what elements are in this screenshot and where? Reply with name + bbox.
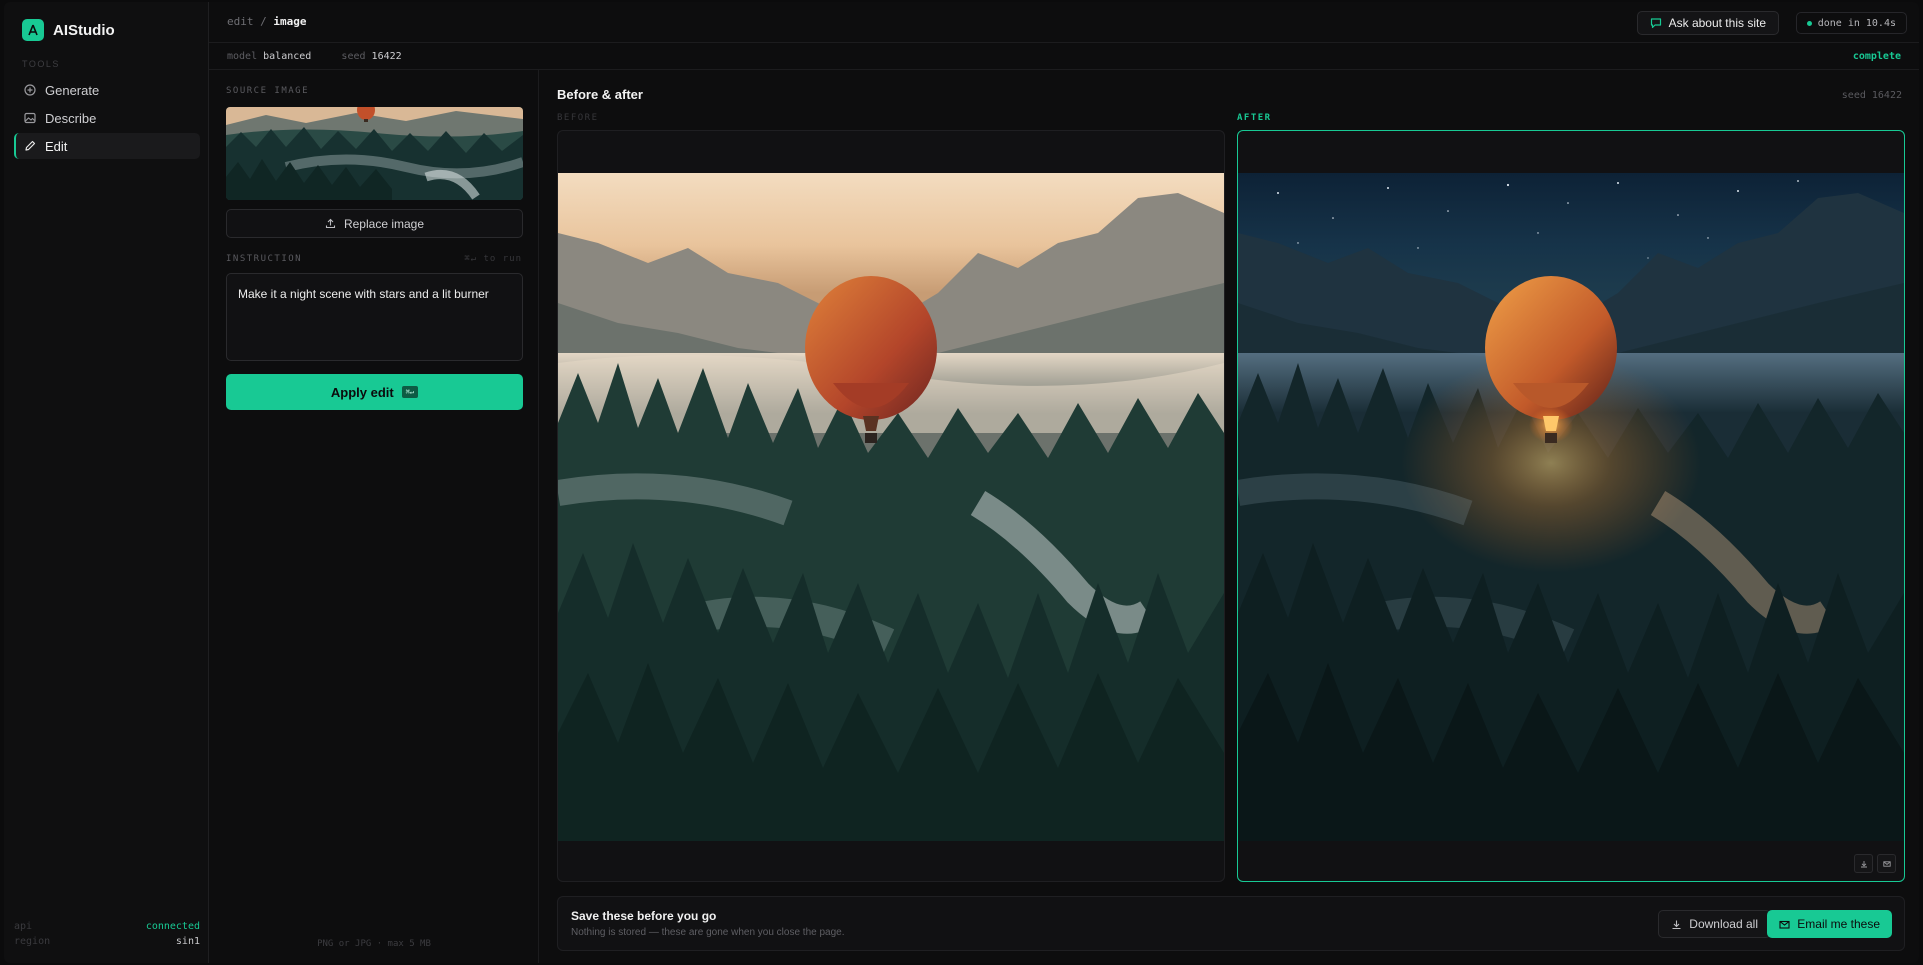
top-bar: edit / image Ask about this site done in… [209,2,1919,43]
brand[interactable]: AIStudio [22,19,115,41]
apply-edit-label: Apply edit [330,384,394,400]
sidebar-item-label: Edit [45,138,68,154]
after-image [1238,173,1904,841]
download-all-button[interactable]: Download all [1658,910,1771,938]
app-name: AIStudio [53,21,115,39]
status-key: region [14,936,51,947]
connection-status: api connected region sin1 [14,917,200,947]
breadcrumb-separator: / [260,15,267,28]
status-badge-label: done in 10.4s [1817,17,1896,29]
after-image-actions [1854,854,1896,873]
after-image-card [1237,130,1905,882]
before-label: BEFORE [557,113,599,123]
sidebar-nav: Generate Describe Edit [14,77,200,161]
upload-icon [325,218,336,229]
mail-icon [1779,920,1790,929]
status-badge: done in 10.4s [1795,12,1907,34]
breadcrumb: edit / image [227,15,307,28]
instruction-shortcut-hint: ⌘↵ to run [464,254,522,264]
save-results-bar: Save these before you go Nothing is stor… [557,896,1905,951]
after-label: AFTER [1237,113,1272,123]
sidebar: AIStudio TOOLS Generate Describe Edit ap… [4,2,209,963]
chat-bubble-icon [1650,18,1661,29]
breadcrumb-parent[interactable]: edit [227,15,254,28]
ask-about-site-label: Ask about this site [1668,16,1766,30]
status-row-region: region sin1 [14,936,200,947]
upload-format-hint: PNG or JPG · max 5 MB [317,939,431,949]
instruction-textarea[interactable]: Make it a night scene with stars and a l… [226,273,523,361]
sidebar-item-label: Generate [45,82,100,98]
logo-icon [22,19,44,41]
before-image [558,173,1224,841]
download-image-button[interactable] [1854,854,1873,873]
seed-key: seed [341,51,366,62]
pencil-icon [25,140,36,151]
breadcrumb-current: image [273,15,307,28]
seed-label: seed 16422 [1841,90,1902,101]
sidebar-item-generate[interactable]: Generate [14,77,200,103]
status-key: api [14,921,33,932]
page-title: Before & after [557,87,643,102]
image-icon [24,112,36,124]
email-me-label: Email me these [1797,917,1880,931]
nav-section-label: TOOLS [22,59,60,69]
keyboard-shortcut-badge: ⌘↵ [401,386,419,398]
mail-icon [1882,860,1891,867]
save-title: Save these before you go [571,909,717,923]
status-row-api: api connected [14,921,200,932]
source-image-label: SOURCE IMAGE [226,86,310,96]
before-after-area: Before & after seed 16422 BEFORE AFTER S… [540,70,1919,963]
email-me-button[interactable]: Email me these [1767,910,1892,938]
download-icon [1672,920,1681,929]
plus-circle-icon [24,84,36,96]
download-all-label: Download all [1689,917,1758,931]
sidebar-item-edit[interactable]: Edit [14,133,200,159]
download-icon [1860,860,1867,867]
generation-meta: model balanced seed 16422 [227,51,402,62]
apply-edit-button[interactable]: Apply edit ⌘↵ [226,374,523,410]
ask-about-site-button[interactable]: Ask about this site [1636,11,1779,35]
model-key: model [227,51,258,62]
generation-meta-bar: model balanced seed 16422 complete [209,43,1919,70]
sidebar-item-describe[interactable]: Describe [14,105,200,131]
save-subtitle: Nothing is stored — these are gone when … [571,927,845,938]
replace-image-button[interactable]: Replace image [226,209,523,238]
seed-value: 16422 [371,51,402,62]
instruction-label: INSTRUCTION [226,254,303,264]
edit-panel: SOURCE IMAGE Replace image INSTRUCTION ⌘… [209,70,539,963]
app-window: AIStudio TOOLS Generate Describe Edit ap… [4,2,1919,963]
status-value: sin1 [175,936,200,947]
source-image-thumbnail[interactable] [226,107,523,200]
model-value: balanced [263,51,312,62]
email-image-button[interactable] [1877,854,1896,873]
sidebar-item-label: Describe [45,110,97,126]
replace-image-label: Replace image [343,216,425,231]
generation-state: complete [1852,51,1901,62]
status-dot-icon [1806,20,1812,26]
status-value: connected [145,921,200,932]
before-image-card [557,130,1225,882]
